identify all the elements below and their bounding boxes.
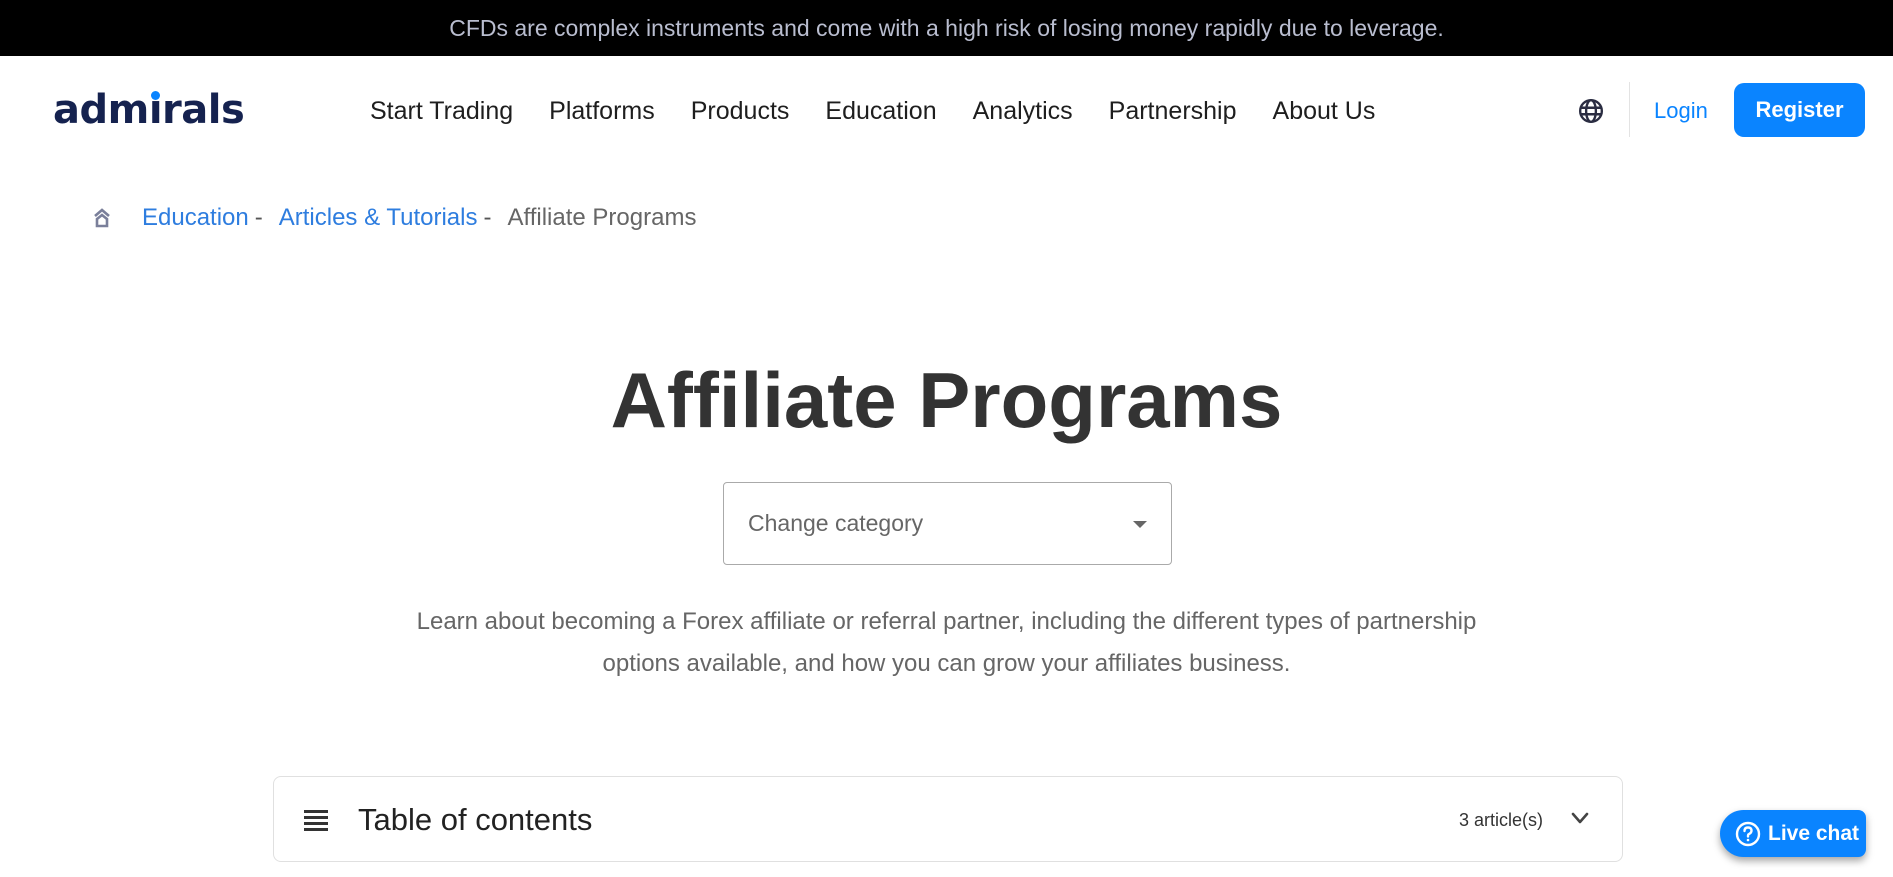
live-chat-label: Live chat bbox=[1768, 821, 1860, 845]
nav-partnership[interactable]: Partnership bbox=[1109, 94, 1237, 128]
nav-analytics[interactable]: Analytics bbox=[973, 94, 1073, 128]
breadcrumb-separator: - bbox=[254, 204, 263, 231]
breadcrumb-articles-tutorials[interactable]: Articles & Tutorials bbox=[279, 203, 478, 233]
breadcrumb-separator: - bbox=[483, 204, 492, 231]
nav-start-trading[interactable]: Start Trading bbox=[370, 94, 513, 128]
risk-warning-banner: CFDs are complex instruments and come wi… bbox=[0, 0, 1893, 56]
category-select-placeholder: Change category bbox=[748, 510, 924, 536]
logo-i-with-dot: ı bbox=[148, 87, 163, 133]
site-header: admırals Start Trading Platforms Product… bbox=[0, 56, 1893, 162]
main-nav: Start Trading Platforms Products Educati… bbox=[370, 94, 1411, 128]
toc-title: Table of contents bbox=[358, 802, 593, 837]
chevron-down-icon[interactable] bbox=[1570, 808, 1590, 828]
nav-education[interactable]: Education bbox=[825, 94, 936, 128]
login-link[interactable]: Login bbox=[1654, 94, 1708, 128]
breadcrumb: Education - Articles & Tutorials - Affil… bbox=[92, 203, 696, 233]
change-category-select[interactable]: Change category bbox=[723, 482, 1172, 565]
register-button[interactable]: Register bbox=[1734, 83, 1865, 137]
live-chat-button[interactable]: Live chat bbox=[1720, 810, 1866, 857]
logo-text-end: rals bbox=[162, 87, 245, 133]
nav-products[interactable]: Products bbox=[691, 94, 790, 128]
risk-warning-text: CFDs are complex instruments and come wi… bbox=[449, 14, 1444, 41]
caret-down-icon bbox=[1133, 521, 1147, 528]
logo-text-start: adm bbox=[53, 87, 149, 133]
page-title: Affiliate Programs bbox=[610, 356, 1283, 444]
nav-platforms[interactable]: Platforms bbox=[549, 94, 655, 128]
breadcrumb-current: Affiliate Programs bbox=[507, 204, 697, 231]
question-circle-icon bbox=[1735, 821, 1761, 846]
home-icon[interactable] bbox=[92, 208, 112, 228]
globe-icon[interactable] bbox=[1578, 98, 1604, 124]
list-icon bbox=[304, 810, 328, 832]
page-description: Learn about becoming a Forex affiliate o… bbox=[416, 608, 1477, 677]
table-of-contents[interactable]: Table of contents 3 article(s) bbox=[273, 776, 1623, 862]
admirals-logo[interactable]: admırals bbox=[53, 86, 245, 134]
header-divider bbox=[1629, 82, 1630, 137]
nav-about-us[interactable]: About Us bbox=[1273, 94, 1376, 128]
breadcrumb-education[interactable]: Education bbox=[142, 203, 249, 233]
toc-article-count: 3 article(s) bbox=[1459, 810, 1544, 830]
